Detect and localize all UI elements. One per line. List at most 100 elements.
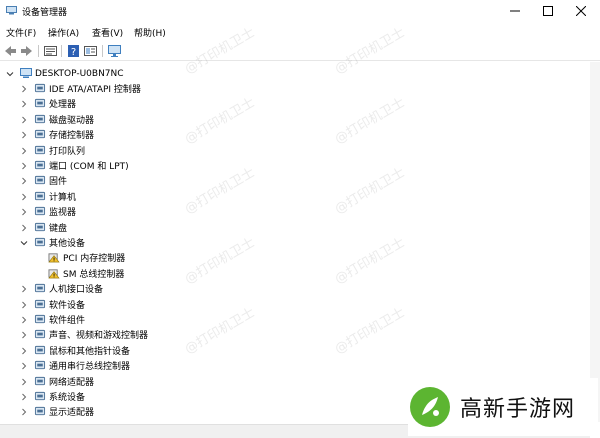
menu-file[interactable]: 文件(F): [6, 26, 36, 39]
tree-item-label: 系统设备: [49, 393, 86, 403]
monitor-scan-icon[interactable]: [108, 45, 121, 57]
back-arrow-icon[interactable]: [4, 45, 17, 57]
chevron-right-icon[interactable]: [20, 301, 28, 309]
window-title: 设备管理器: [22, 8, 68, 18]
tree-item-label: 其他设备: [49, 239, 86, 249]
warning-device-icon: [48, 269, 60, 279]
tree-item-label: 计算机: [49, 193, 77, 203]
tree-item[interactable]: 监视器: [20, 204, 76, 219]
chevron-right-icon[interactable]: [20, 285, 28, 293]
chevron-right-icon[interactable]: [20, 131, 28, 139]
view-icon[interactable]: [84, 45, 97, 57]
tree-item-label: SM 总线控制器: [63, 270, 125, 280]
tree-item-label: 软件组件: [49, 316, 86, 326]
help-icon[interactable]: ?: [67, 45, 80, 57]
tree-item[interactable]: 固件: [20, 173, 67, 188]
forward-arrow-icon[interactable]: [20, 45, 33, 57]
disk-drive-icon: [34, 114, 46, 124]
keyboard-icon: [34, 222, 46, 232]
printer-icon: [34, 145, 46, 155]
tree-item[interactable]: 其他设备: [20, 235, 85, 250]
chevron-down-icon[interactable]: [6, 70, 14, 78]
device-tree: DESKTOP-U0BN7NC IDE ATA/ATAPI 控制器处理器磁盘驱动…: [0, 62, 590, 422]
menu-action[interactable]: 操作(A): [48, 26, 79, 39]
tree-item[interactable]: 计算机: [20, 189, 76, 204]
properties-icon[interactable]: [44, 45, 57, 57]
brand-logo-icon: [410, 387, 450, 427]
tree-item[interactable]: 显示适配器: [20, 404, 94, 419]
tree-item-label: 软件设备: [49, 301, 86, 311]
sound-icon: [34, 329, 46, 339]
device-manager-icon: [6, 6, 17, 15]
tree-item-label: 端口 (COM 和 LPT): [49, 162, 129, 172]
tree-item-label: 网络适配器: [49, 378, 95, 388]
chevron-right-icon[interactable]: [20, 177, 28, 185]
menu-help[interactable]: 帮助(H): [134, 26, 166, 39]
chevron-right-icon[interactable]: [20, 316, 28, 324]
chevron-down-icon[interactable]: [20, 239, 28, 247]
tree-item[interactable]: 网络适配器: [20, 374, 94, 389]
chevron-right-icon[interactable]: [20, 162, 28, 170]
tree-root[interactable]: DESKTOP-U0BN7NC: [6, 66, 124, 81]
tree-item-label: PCI 内存控制器: [63, 254, 126, 264]
chevron-right-icon[interactable]: [20, 347, 28, 355]
chevron-right-icon[interactable]: [20, 408, 28, 416]
chevron-right-icon[interactable]: [20, 378, 28, 386]
tree-item[interactable]: 处理器: [20, 96, 76, 111]
tree-item-label: 键盘: [49, 224, 68, 234]
chevron-right-icon[interactable]: [20, 393, 28, 401]
menu-view[interactable]: 查看(V): [92, 26, 123, 39]
close-button[interactable]: [562, 0, 600, 22]
tree-item[interactable]: 磁盘驱动器: [20, 112, 94, 127]
tree-item[interactable]: 通用串行总线控制器: [20, 358, 130, 373]
chevron-right-icon[interactable]: [20, 100, 28, 108]
tree-item[interactable]: 声音、视频和游戏控制器: [20, 327, 148, 342]
storage-controller-icon: [34, 129, 46, 139]
chevron-right-icon[interactable]: [20, 85, 28, 93]
chevron-right-icon[interactable]: [20, 116, 28, 124]
toolbar: ?: [0, 42, 600, 61]
tree-item[interactable]: PCI 内存控制器: [34, 250, 125, 265]
tree-item-label: 处理器: [49, 100, 77, 110]
tree-item-label: 通用串行总线控制器: [49, 362, 131, 372]
tree-item[interactable]: 打印队列: [20, 143, 85, 158]
tree-item-label: 鼠标和其他指针设备: [49, 347, 131, 357]
tree-item-label: 固件: [49, 177, 68, 187]
tree-item-label: 磁盘驱动器: [49, 116, 95, 126]
firmware-icon: [34, 175, 46, 185]
tree-item[interactable]: 端口 (COM 和 LPT): [20, 158, 129, 173]
chevron-right-icon[interactable]: [20, 224, 28, 232]
chevron-right-icon[interactable]: [20, 147, 28, 155]
computer-icon: [20, 68, 32, 78]
usb-icon: [34, 360, 46, 370]
warning-device-icon: [48, 253, 60, 263]
other-devices-icon: [34, 237, 46, 247]
tree-item-label: 打印队列: [49, 147, 86, 157]
tree-item-label: 监视器: [49, 208, 77, 218]
tree-item-label: 存储控制器: [49, 131, 95, 141]
tree-item[interactable]: 鼠标和其他指针设备: [20, 343, 130, 358]
chevron-right-icon[interactable]: [20, 331, 28, 339]
chevron-right-icon[interactable]: [20, 193, 28, 201]
chevron-right-icon[interactable]: [20, 362, 28, 370]
title-bar: 设备管理器: [0, 0, 600, 22]
tree-item[interactable]: 键盘: [20, 220, 67, 235]
tree-item[interactable]: IDE ATA/ATAPI 控制器: [20, 81, 141, 96]
system-device-icon: [34, 391, 46, 401]
tree-item[interactable]: 软件设备: [20, 297, 85, 312]
brand-watermark: 高新手游网: [408, 378, 598, 436]
network-adapter-icon: [34, 376, 46, 386]
vertical-scrollbar[interactable]: [590, 62, 600, 422]
tree-item-label: 人机接口设备: [49, 285, 104, 295]
tree-item[interactable]: 存储控制器: [20, 127, 94, 142]
processor-icon: [34, 98, 46, 108]
tree-item[interactable]: 人机接口设备: [20, 281, 103, 296]
tree-item[interactable]: 软件组件: [20, 312, 85, 327]
svg-text:?: ?: [71, 47, 76, 57]
display-adapter-icon: [34, 406, 46, 416]
chevron-right-icon[interactable]: [20, 208, 28, 216]
tree-item[interactable]: SM 总线控制器: [34, 266, 124, 281]
software-device-icon: [34, 299, 46, 309]
tree-item[interactable]: 系统设备: [20, 389, 85, 404]
